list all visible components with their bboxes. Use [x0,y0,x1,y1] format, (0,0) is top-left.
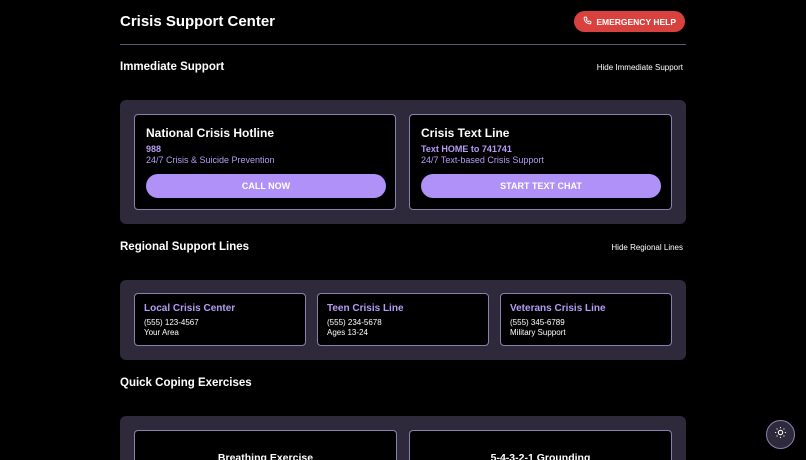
section-title: Immediate Support [120,61,225,73]
regional-support-header: Regional Support Lines Hide Regional Lin… [120,241,686,261]
coping-exercises-header: Quick Coping Exercises [120,377,686,397]
phone-icon [583,16,592,27]
section-title: Quick Coping Exercises [120,377,252,389]
line-note: Military Support [510,328,566,337]
line-note: Ages 13-24 [327,328,368,337]
hide-immediate-support-button[interactable]: Hide Immediate Support [597,63,683,72]
line-note: Your Area [144,328,179,337]
line-name: Local Crisis Center [144,303,236,314]
line-name: Teen Crisis Line [327,303,404,314]
theme-toggle-button[interactable] [766,420,795,449]
emergency-help-label: EMERGENCY HELP [596,16,676,27]
exercise-card[interactable]: Breathing Exercise [134,430,397,460]
line-phone: (555) 123-4567 [144,318,199,327]
line-name: Veterans Crisis Line [510,303,606,314]
card-title: National Crisis Hotline [146,126,275,140]
exercise-card[interactable]: 5-4-3-2-1 Grounding [409,430,672,460]
card-number: Text HOME to 741741 [421,144,512,154]
immediate-support-header: Immediate Support Hide Immediate Support [120,61,686,81]
card-number: 988 [146,144,162,154]
exercise-title: 5-4-3-2-1 Grounding [490,452,591,460]
line-phone: (555) 345-6789 [510,318,565,327]
page-header: Crisis Support Center EMERGENCY HELP [120,0,686,45]
regional-support-panel: Local Crisis Center (555) 123-4567 Your … [120,280,686,360]
hide-regional-lines-button[interactable]: Hide Regional Lines [611,243,683,252]
emergency-help-button[interactable]: EMERGENCY HELP [574,11,685,32]
start-text-chat-button[interactable]: START TEXT CHAT [421,174,661,198]
coping-exercises-panel: Breathing Exercise 5-4-3-2-1 Grounding [120,416,686,460]
text-line-card: Crisis Text Line Text HOME to 741741 24/… [409,114,672,210]
section-title: Regional Support Lines [120,241,250,253]
call-now-button[interactable]: CALL NOW [146,174,386,198]
immediate-support-panel: National Crisis Hotline 988 24/7 Crisis … [120,100,686,224]
regional-line-card[interactable]: Local Crisis Center (555) 123-4567 Your … [134,293,306,346]
regional-line-card[interactable]: Veterans Crisis Line (555) 345-6789 Mili… [500,293,672,346]
regional-line-card[interactable]: Teen Crisis Line (555) 234-5678 Ages 13-… [317,293,489,346]
card-title: Crisis Text Line [421,126,510,140]
sun-icon [774,426,787,444]
line-phone: (555) 234-5678 [327,318,382,327]
page-title: Crisis Support Center [120,13,276,30]
exercise-title: Breathing Exercise [217,452,314,460]
hotline-card: National Crisis Hotline 988 24/7 Crisis … [134,114,396,210]
card-description: 24/7 Text-based Crisis Support [421,155,544,165]
card-description: 24/7 Crisis & Suicide Prevention [146,155,275,165]
